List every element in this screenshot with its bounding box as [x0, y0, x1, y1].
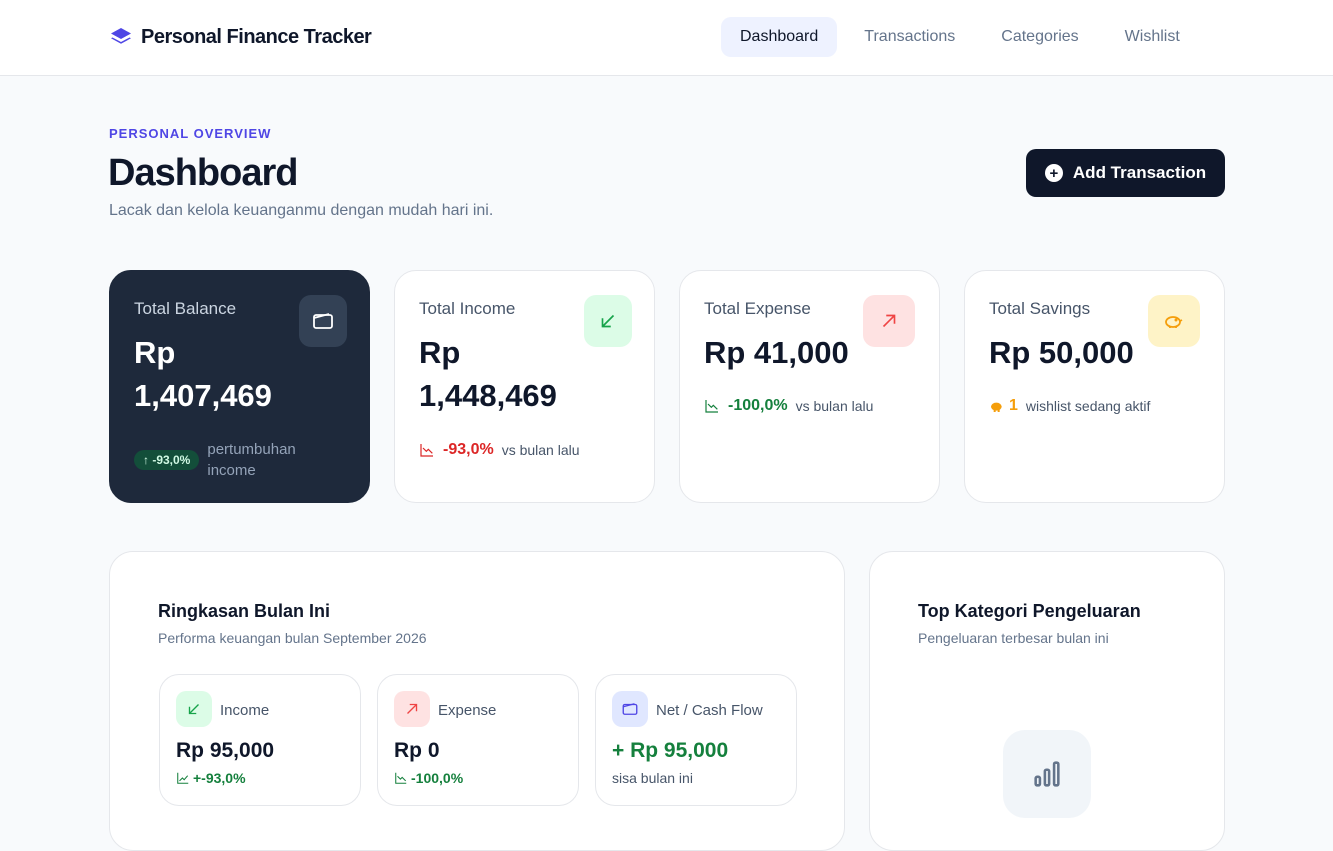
card-label: Total Expense: [704, 299, 811, 318]
summary-net-card: Net / Cash Flow + Rp 95,000 sisa bulan i…: [595, 674, 797, 806]
trend-up-icon: [177, 772, 189, 784]
arrow-up-right-icon: [863, 295, 915, 347]
nav-wishlist[interactable]: Wishlist: [1106, 17, 1199, 57]
income-change: -93,0%: [443, 441, 494, 458]
expense-foot: -100,0% vs bulan lalu: [704, 397, 873, 415]
mini-foot: -100,0%: [394, 770, 463, 786]
wishlist-count: 1: [1009, 397, 1018, 414]
bar-chart-icon: [1003, 730, 1091, 818]
panel-subtitle: Performa keuangan bulan September 2026: [158, 630, 427, 646]
piggy-bank-small-icon: [991, 402, 1002, 412]
navbar: Personal Finance Tracker Dashboard Trans…: [0, 0, 1333, 76]
arrow-down-left-icon: [584, 295, 632, 347]
add-transaction-button[interactable]: + Add Transaction: [1026, 149, 1225, 197]
mini-foot: +-93,0%: [176, 770, 246, 786]
savings-foot-text: wishlist sedang aktif: [1025, 398, 1151, 414]
add-transaction-label: Add Transaction: [1072, 163, 1207, 182]
card-label: Total Income: [419, 299, 516, 318]
card-label: Total Savings: [989, 299, 1091, 318]
page-subtitle: Lacak dan kelola keuanganmu dengan mudah…: [109, 202, 494, 219]
monthly-summary-panel: Ringkasan Bulan Ini Performa keuangan bu…: [109, 551, 845, 851]
growth-badge: ↑ -93,0%: [134, 450, 200, 470]
total-expense-card: Total Expense Rp 41,000 -100,0% vs bulan…: [679, 270, 940, 503]
balance-value-amount: 1,407,469: [134, 378, 272, 413]
main-nav: Dashboard Transactions Categories Wishli…: [721, 17, 1207, 57]
trend-down-icon: [420, 444, 433, 457]
page-eyebrow: PERSONAL OVERVIEW: [109, 126, 272, 141]
mini-label: Expense: [438, 702, 497, 719]
growth-text: pertumbuhan income: [207, 439, 295, 481]
brand[interactable]: Personal Finance Tracker: [109, 25, 372, 49]
income-foot: -93,0% vs bulan lalu: [419, 441, 580, 459]
page-title: Dashboard: [108, 152, 298, 194]
panel-title: Ringkasan Bulan Ini: [158, 601, 331, 621]
piggy-bank-icon: [1148, 295, 1200, 347]
mini-label: Net / Cash Flow: [656, 702, 763, 719]
growth-text-line1: pertumbuhan: [207, 441, 296, 458]
trend-down-icon: [705, 400, 718, 413]
balance-foot: ↑ -93,0% pertumbuhan income: [134, 439, 296, 481]
app-title: Personal Finance Tracker: [141, 25, 372, 48]
nav-transactions[interactable]: Transactions: [845, 17, 974, 57]
total-balance-card: Total Balance Rp 1,407,469 ↑ -93,0% pert…: [109, 270, 370, 503]
arrow-up-right-icon: [394, 691, 430, 727]
wallet-icon: [612, 691, 648, 727]
summary-income-change: +-93,0%: [193, 770, 246, 786]
plus-circle-icon: +: [1044, 164, 1063, 182]
growth-text-line2: income: [207, 462, 256, 479]
nav-dashboard[interactable]: Dashboard: [721, 17, 838, 57]
expense-change: -100,0%: [728, 397, 788, 414]
mini-value: + Rp 95,000: [612, 739, 729, 762]
mini-label: Income: [220, 702, 270, 719]
panel-title: Top Kategori Pengeluaran: [918, 601, 1141, 621]
wallet-icon: [299, 295, 347, 347]
panel-subtitle: Pengeluaran terbesar bulan ini: [918, 630, 1109, 646]
total-income-card: Total Income Rp 1,448,469 -93,0% vs bula…: [394, 270, 655, 503]
nav-categories[interactable]: Categories: [982, 17, 1097, 57]
top-categories-panel: Top Kategori Pengeluaran Pengeluaran ter…: [869, 551, 1225, 851]
mini-value: Rp 95,000: [176, 739, 275, 762]
layers-icon: [111, 28, 131, 44]
summary-income-card: Income Rp 95,000 +-93,0%: [159, 674, 361, 806]
mini-foot: sisa bulan ini: [612, 770, 693, 786]
mini-value: Rp 0: [394, 739, 440, 762]
income-foot-text: vs bulan lalu: [501, 442, 580, 458]
summary-expense-change: -100,0%: [411, 770, 464, 786]
trend-down-icon: [395, 772, 407, 784]
summary-expense-card: Expense Rp 0 -100,0%: [377, 674, 579, 806]
savings-foot: 1 wishlist sedang aktif: [989, 397, 1150, 415]
card-label: Total Balance: [134, 299, 237, 318]
total-savings-card: Total Savings Rp 50,000 1 wishlist sedan…: [964, 270, 1225, 503]
expense-foot-text: vs bulan lalu: [795, 398, 874, 414]
arrow-down-left-icon: [176, 691, 212, 727]
income-value-amount: 1,448,469: [419, 378, 557, 413]
